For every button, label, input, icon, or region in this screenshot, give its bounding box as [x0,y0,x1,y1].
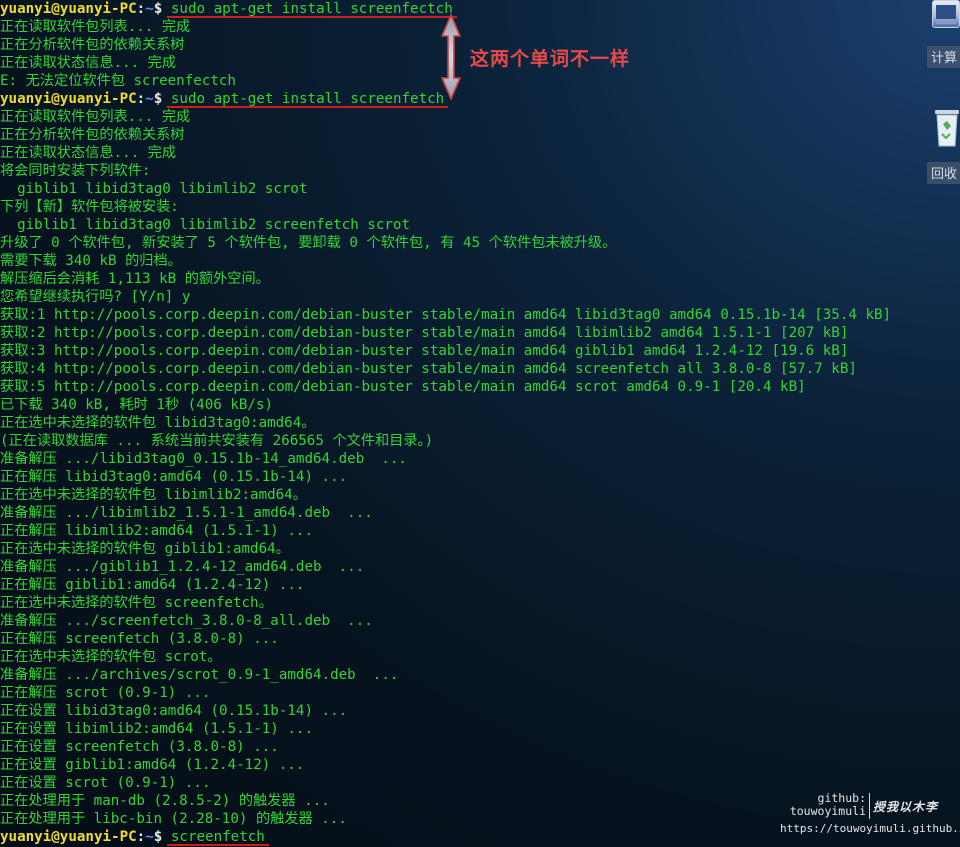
watermark: github: touwoyimuli 授我以木李 https://touwoy… [780,792,960,842]
prompt-separator: : [136,1,146,17]
output-line: 下列【新】软件包将被安装: [0,199,179,215]
output-line: 正在选中未选择的软件包 screenfetch。 [0,595,273,611]
output-line: 正在设置 libimlib2:amd64 (1.5.1-1) ... [0,721,313,737]
output-line: 正在解压 scrot (0.9-1) ... [0,685,211,701]
watermark-motto: 授我以木李 [873,800,939,814]
prompt-path: ~ [145,91,154,107]
prompt-separator: : [136,91,146,107]
output-line: 获取:3 http://pools.corp.deepin.com/debian… [0,343,849,359]
output-line: 正在选中未选择的软件包 libimlib2:amd64。 [0,487,307,503]
output-line: 正在选中未选择的软件包 libid3tag0:amd64。 [0,415,316,431]
prompt-symbol: $ [153,1,163,17]
output-line: giblib1 libid3tag0 libimlib2 screenfetch… [0,217,410,233]
output-line: 正在解压 screenfetch (3.8.0-8) ... [0,631,279,647]
output-line: 准备解压 .../archives/scrot_0.9-1_amd64.deb … [0,667,399,683]
output-line: 正在选中未选择的软件包 scrot。 [0,649,222,665]
output-line: 准备解压 .../libimlib2_1.5.1-1_amd64.deb ... [0,505,373,521]
output-line: 准备解压 .../giblib1_1.2.4-12_amd64.deb ... [0,559,365,575]
output-line: 已下载 340 kB, 耗时 1秒 (406 kB/s) [0,397,274,413]
watermark-divider [869,793,870,819]
output-line: (正在读取数据库 ... 系统当前共安装有 266565 个文件和目录。) [0,433,434,449]
prompt-line: yuanyi@yuanyi-PC:~$ sudo apt-get install… [0,0,960,18]
watermark-github: github: touwoyimuli [780,792,866,818]
annotation-label: 这两个单词不一样 [470,48,631,70]
output-line: 获取:5 http://pools.corp.deepin.com/debian… [0,379,806,395]
output-line: 正在解压 libimlib2:amd64 (1.5.1-1) ... [0,523,313,539]
output-line: 正在设置 screenfetch (3.8.0-8) ... [0,739,279,755]
output-line: 正在读取软件包列表... 完成 [0,109,191,125]
output-line: 获取:2 http://pools.corp.deepin.com/debian… [0,325,849,341]
output-line: 需要下载 340 kB 的归档。 [0,253,182,269]
output-line: 准备解压 .../screenfetch_3.8.0-8_all.deb ... [0,613,373,629]
watermark-url: https://touwoyimuli.github.io [780,822,960,835]
output-line: 正在解压 libid3tag0:amd64 (0.15.1b-14) ... [0,469,348,485]
output-line: 获取:1 http://pools.corp.deepin.com/debian… [0,307,892,323]
prompt-line: yuanyi@yuanyi-PC:~$ sudo apt-get install… [0,90,960,108]
watermark-github-user: touwoyimuli [789,804,866,818]
terminal-output[interactable]: yuanyi@yuanyi-PC:~$ sudo apt-get install… [0,0,960,847]
output-line: 正在分析软件包的依赖关系树 [0,127,185,143]
output-line: 升级了 0 个软件包, 新安装了 5 个软件包, 要卸载 0 个软件包, 有 4… [0,235,617,251]
prompt-user-host: yuanyi@yuanyi-PC [0,829,137,845]
desktop-screen: 计算 回收 yuanyi@yuanyi-PC:~$ sudo apt-get i… [0,0,960,847]
output-line: 正在设置 libid3tag0:amd64 (0.15.1b-14) ... [0,703,348,719]
output-line: giblib1 libid3tag0 libimlib2 scrot [0,181,308,197]
command-text: sudo apt-get install screenfetch [170,91,445,107]
double-arrow-icon [440,14,462,100]
output-line: 您希望继续执行吗? [Y/n] y [0,289,191,305]
command-underline [167,844,269,846]
command-text: sudo apt-get install screenfectch [170,1,453,17]
prompt-user-host: yuanyi@yuanyi-PC [0,91,137,107]
output-line: E: 无法定位软件包 screenfectch [0,73,236,89]
prompt-symbol: $ [153,91,163,107]
output-line: 将会同时安装下列软件: [0,163,151,179]
output-line: 正在选中未选择的软件包 giblib1:amd64。 [0,541,290,557]
output-line: 解压缩后会消耗 1,113 kB 的额外空间。 [0,271,270,287]
output-line: 正在设置 giblib1:amd64 (1.2.4-12) ... [0,757,305,773]
output-line: 正在解压 giblib1:amd64 (1.2.4-12) ... [0,577,305,593]
command-text: screenfetch [170,829,265,845]
output-line: 获取:4 http://pools.corp.deepin.com/debian… [0,361,857,377]
prompt-user-host: yuanyi@yuanyi-PC [0,1,137,17]
prompt-path: ~ [145,829,154,845]
output-line: 正在读取软件包列表... 完成 [0,19,191,35]
prompt-path: ~ [145,1,154,17]
prompt-separator: : [136,829,146,845]
output-line: 正在设置 scrot (0.9-1) ... [0,775,211,791]
output-line: 正在读取状态信息... 完成 [0,145,177,161]
prompt-symbol: $ [153,829,163,845]
output-line: 准备解压 .../libid3tag0_0.15.1b-14_amd64.deb… [0,451,407,467]
